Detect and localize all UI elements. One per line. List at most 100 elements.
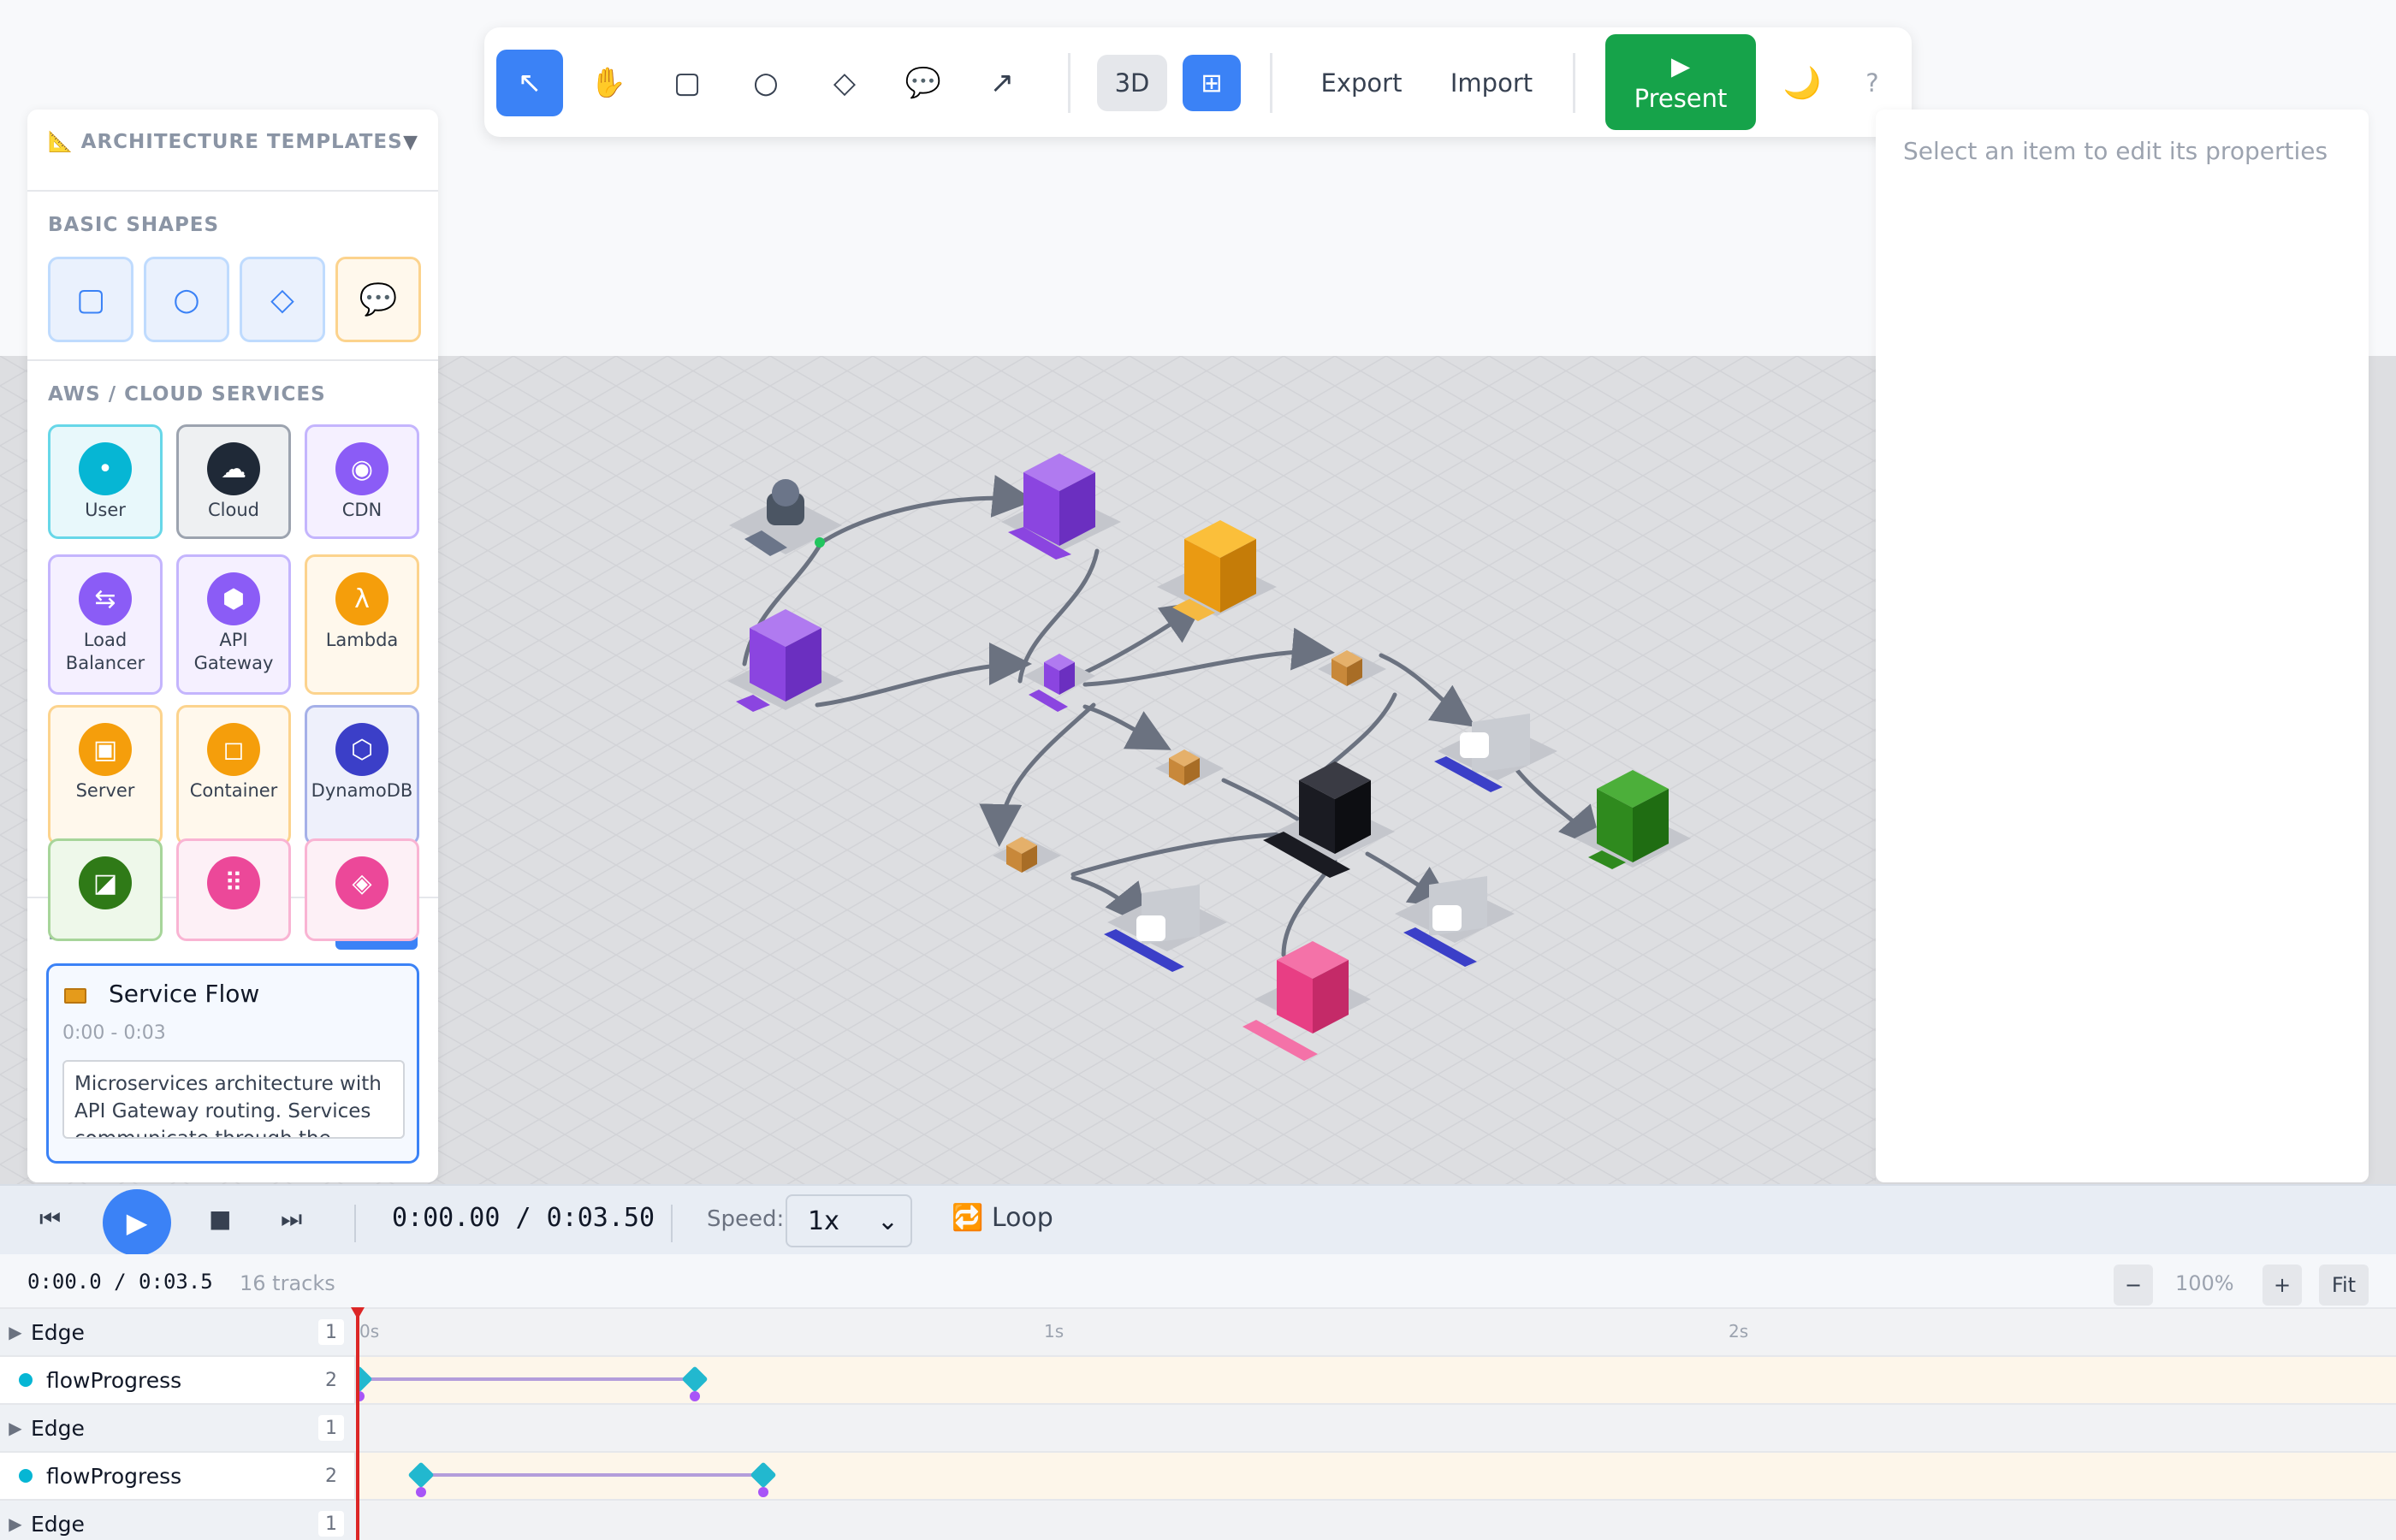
timeline-lane[interactable]: [356, 1501, 2396, 1540]
timeline-lane[interactable]: [356, 1357, 2396, 1405]
timeline-lane[interactable]: [356, 1309, 2396, 1357]
keyframe-segment[interactable]: [359, 1377, 695, 1381]
stop-icon: ■: [209, 1205, 232, 1233]
stop-button[interactable]: ■: [209, 1205, 231, 1233]
arrow-tool-button[interactable]: ↗: [969, 50, 1035, 116]
expand-caret-icon[interactable]: ▶: [0, 1418, 31, 1438]
shape-comment-tile[interactable]: 💬: [335, 257, 421, 342]
service-tile-api-gateway[interactable]: ⬢ API Gateway: [176, 554, 291, 695]
service-tile-cdn[interactable]: ◉ CDN: [305, 424, 419, 539]
track-label: flowProgress: [46, 1463, 182, 1489]
timeline-time: 0:00.0 / 0:03.5: [27, 1270, 213, 1294]
skip-forward-button[interactable]: ⏭: [281, 1205, 302, 1234]
play-button[interactable]: ▶: [103, 1189, 171, 1256]
track-keyframe-count: 1: [318, 1511, 344, 1537]
service-tile-dynamodb[interactable]: ⬡ DynamoDB: [305, 705, 419, 845]
service-label: Container: [189, 780, 278, 801]
load-balancer-icon: ⇆: [79, 572, 132, 625]
keyframe-segment[interactable]: [421, 1473, 763, 1477]
comment-tool-button[interactable]: 💬: [890, 50, 957, 116]
service-tile-service-11[interactable]: ◈: [305, 838, 419, 941]
chevron-down-icon[interactable]: ▼: [403, 132, 418, 153]
shape-diamond-tile[interactable]: ◇: [240, 257, 325, 342]
shape-rectangle-tile[interactable]: ▢: [48, 257, 133, 342]
zoom-out-button[interactable]: −: [2114, 1265, 2153, 1306]
speed-select[interactable]: 1x ⌄: [786, 1194, 912, 1247]
service-tile-service-9[interactable]: ◪: [48, 838, 163, 941]
track-property-row[interactable]: flowProgress 2: [0, 1453, 356, 1501]
skip-forward-icon: ⏭: [281, 1205, 303, 1233]
service-tile-lambda[interactable]: λ Lambda: [305, 554, 419, 695]
timeline-lane[interactable]: [356, 1405, 2396, 1453]
expand-caret-icon[interactable]: ▶: [0, 1322, 31, 1342]
service-tile-service-10[interactable]: ⠿: [176, 838, 291, 941]
pan-tool-button[interactable]: ✋: [575, 50, 642, 116]
service-tile-user[interactable]: • User: [48, 424, 163, 539]
track-group-row[interactable]: ▶ Edge 1: [0, 1309, 356, 1357]
playback-bar: ⏮ ▶ ■ ⏭ 0:00.00 / 0:03.50 Speed: 1x ⌄ 🔁 …: [0, 1184, 2396, 1256]
container-icon: ◻: [207, 723, 260, 776]
timeline-lane[interactable]: [356, 1453, 2396, 1501]
service-label: Cloud: [208, 500, 259, 520]
help-button[interactable]: ?: [1847, 55, 1898, 111]
page-title[interactable]: Service Flow: [109, 980, 259, 1008]
view-3d-toggle[interactable]: 3D: [1097, 55, 1167, 111]
select-tool-button[interactable]: ↖: [496, 50, 563, 116]
service-label: Server: [75, 780, 135, 801]
square-icon: ▢: [75, 281, 105, 317]
service-tile-cloud[interactable]: ☁ Cloud: [176, 424, 291, 539]
page-description-field[interactable]: Microservices architecture with API Gate…: [62, 1060, 405, 1139]
page-time-range: 0:00 - 0:03: [62, 1022, 166, 1044]
service-label: API Gateway: [193, 630, 274, 673]
dynamodb-icon: ⬡: [335, 723, 388, 776]
toolbar-divider: [1270, 53, 1272, 113]
cdn-icon: ◉: [335, 442, 388, 495]
api-gateway-icon: ⬢: [207, 572, 260, 625]
track-dot-icon: [19, 1373, 33, 1387]
grid-toggle[interactable]: ⊞: [1183, 55, 1241, 111]
fit-button[interactable]: Fit: [2319, 1265, 2369, 1306]
track-group-row[interactable]: ▶ Edge 1: [0, 1405, 356, 1453]
page-color-swatch[interactable]: [64, 988, 86, 1004]
playhead-handle[interactable]: [351, 1307, 365, 1319]
ruler-tick-label: 2s: [1729, 1321, 1749, 1342]
speed-value: 1x: [808, 1205, 839, 1236]
service-9-icon: ◪: [79, 856, 132, 909]
track-label: Edge: [31, 1511, 85, 1537]
loop-toggle[interactable]: 🔁 Loop: [952, 1203, 1053, 1233]
keyframe-easing-dot: [758, 1487, 768, 1497]
zoom-level: 100%: [2175, 1271, 2234, 1295]
skip-back-button[interactable]: ⏮: [39, 1205, 61, 1234]
toolbar-divider: [1573, 53, 1575, 113]
track-property-row[interactable]: flowProgress 2: [0, 1357, 356, 1405]
rectangle-tool-button[interactable]: ▢: [654, 50, 721, 116]
moon-icon: 🌙: [1782, 66, 1822, 101]
track-label: flowProgress: [46, 1367, 182, 1393]
timeline-lanes[interactable]: 0s 1s 2s: [356, 1309, 2396, 1540]
shape-circle-tile[interactable]: ○: [144, 257, 229, 342]
playhead[interactable]: [356, 1309, 359, 1540]
ruler-tick-label: 0s: [359, 1321, 380, 1342]
track-group-row[interactable]: ▶ Edge 1: [0, 1501, 356, 1540]
service-tile-load-balancer[interactable]: ⇆ Load Balancer: [48, 554, 163, 695]
service-tile-server[interactable]: ▣ Server: [48, 705, 163, 845]
zoom-in-button[interactable]: +: [2263, 1265, 2302, 1306]
track-label: Edge: [31, 1319, 85, 1345]
service-tile-container[interactable]: ◻ Container: [176, 705, 291, 845]
diamond-tool-button[interactable]: ◇: [811, 50, 878, 116]
help-icon: ?: [1865, 68, 1879, 98]
lambda-icon: λ: [335, 572, 388, 625]
basic-shapes-header: BASIC SHAPES: [48, 214, 220, 236]
skip-back-icon: ⏮: [39, 1205, 62, 1233]
service-label: User: [85, 500, 126, 520]
templates-header[interactable]: 📐 ARCHITECTURE TEMPLATES: [48, 130, 403, 153]
export-button[interactable]: Export: [1304, 55, 1419, 111]
present-button[interactable]: ▶ Present: [1605, 34, 1756, 130]
properties-hint: Select an item to edit its properties: [1903, 137, 2328, 165]
expand-caret-icon[interactable]: ▶: [0, 1513, 31, 1534]
chevron-down-icon: ⌄: [876, 1205, 898, 1236]
theme-toggle[interactable]: 🌙: [1770, 55, 1835, 111]
circle-tool-button[interactable]: ○: [732, 50, 799, 116]
import-button[interactable]: Import: [1434, 55, 1549, 111]
page-card[interactable]: Service Flow 0:00 - 0:03 Microservices a…: [46, 963, 419, 1164]
